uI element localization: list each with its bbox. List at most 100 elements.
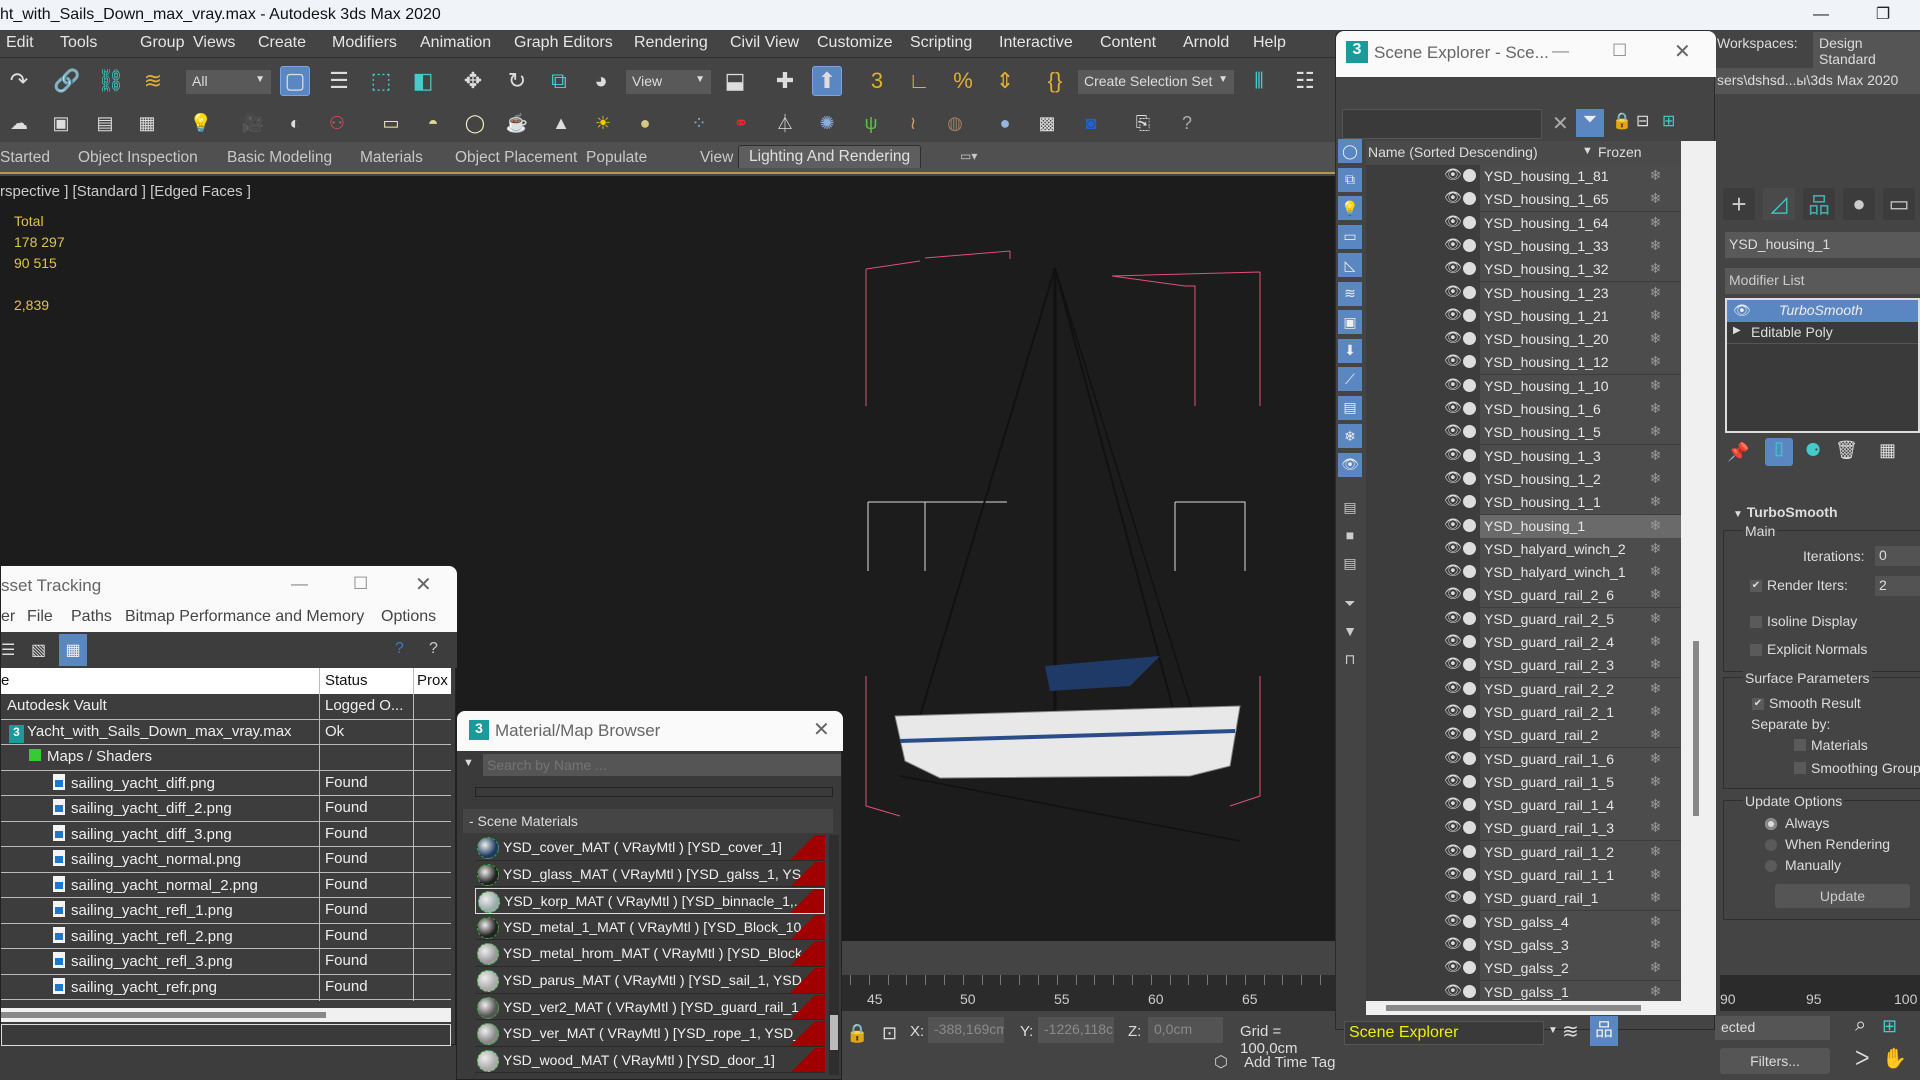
iterations-spinner[interactable]: 0 <box>1875 546 1920 566</box>
proxy-icon[interactable]: ⏃ <box>770 108 800 138</box>
asset-row[interactable]: sailing_yacht_refl_3.png Found <box>1 949 451 975</box>
visibility-eye-icon[interactable]: 👁 <box>1444 329 1462 346</box>
scene-object-row[interactable]: 👁 YSD_housing_1_33 ❄ <box>1366 234 1681 258</box>
shape-filter-icon[interactable]: ⧉ <box>1338 167 1362 192</box>
render-toggle-icon[interactable] <box>1463 868 1476 881</box>
move-icon[interactable]: ✥ <box>458 66 488 96</box>
scene-object-row[interactable]: 👁 YSD_guard_rail_1_3 ❄ <box>1366 817 1681 841</box>
asset-row[interactable]: sailing_yacht_refl_2.png Found <box>1 923 451 950</box>
render-toggle-icon[interactable] <box>1463 471 1476 485</box>
geometry-filter-icon[interactable]: ◯ <box>1338 139 1362 163</box>
freeze-snowflake-icon[interactable]: ❄ <box>1630 700 1681 724</box>
freeze-snowflake-icon[interactable]: ❄ <box>1630 165 1681 188</box>
visibility-eye-icon[interactable]: 👁 <box>1444 632 1462 649</box>
menu-graph-editors[interactable]: Graph Editors <box>514 34 613 52</box>
freeze-snowflake-icon[interactable]: ❄ <box>1630 584 1681 608</box>
teapot-icon[interactable]: ☕ <box>502 108 532 138</box>
maxscript-listener[interactable] <box>0 1045 460 1080</box>
asset-row[interactable]: sailing_yacht_diff.png Found <box>1 770 451 797</box>
menu-tools[interactable]: Tools <box>60 34 97 52</box>
mirror-icon[interactable]: ⫴ <box>1244 66 1274 96</box>
zoom-all-icon[interactable]: ⊞ <box>1882 1016 1897 1037</box>
asset-menu-file[interactable]: File <box>27 608 53 626</box>
scene-object-row[interactable]: 👁 YSD_guard_rail_2_2 ❄ <box>1366 677 1681 701</box>
angle-snap-icon[interactable]: ∟ <box>904 66 934 96</box>
pan-icon[interactable]: ✋ <box>1882 1046 1907 1071</box>
sun-icon[interactable]: ☀ <box>588 108 618 138</box>
scene-object-row[interactable]: 👁 YSD_guard_rail_2 ❄ <box>1366 724 1681 748</box>
visibility-eye-icon[interactable]: 👁 <box>1444 935 1462 952</box>
time-tag-icon[interactable]: ⬡ <box>1214 1052 1228 1072</box>
visibility-eye-icon[interactable]: 👁 <box>1444 842 1462 859</box>
hierarchy-icon[interactable]: 品 <box>1590 1016 1618 1046</box>
visibility-eye-icon[interactable]: 👁 <box>1444 213 1462 230</box>
render-frame-icon[interactable]: ▣ <box>46 108 76 138</box>
name-column-header[interactable]: Name (Sorted Descending) <box>1368 144 1538 160</box>
help-icon[interactable]: ? <box>1172 108 1202 138</box>
render-toggle-icon[interactable] <box>1463 308 1476 322</box>
dome-light-icon[interactable]: ◓ <box>418 108 448 138</box>
render-toggle-icon[interactable] <box>1463 658 1476 672</box>
render-toggle-icon[interactable] <box>1463 681 1476 695</box>
explorer-type-dropdown[interactable]: Scene Explorer <box>1344 1021 1544 1045</box>
visibility-eye-icon[interactable]: 👁 <box>1444 772 1462 789</box>
vault-help-icon[interactable]: ? <box>395 640 404 658</box>
render-toggle-icon[interactable] <box>1463 728 1476 742</box>
light-filter-icon[interactable]: 💡 <box>1338 196 1362 220</box>
material-browser-titlebar[interactable]: 3 Material/Map Browser ✕ <box>457 711 843 751</box>
freeze-snowflake-icon[interactable]: ❄ <box>1630 887 1681 911</box>
fur-icon[interactable]: ✺ <box>812 108 842 138</box>
expand-arrow-icon[interactable]: ▶ <box>1733 325 1741 336</box>
freeze-snowflake-icon[interactable]: ❄ <box>1630 864 1681 887</box>
frozen-filter-icon[interactable]: ❄ <box>1338 424 1362 448</box>
freeze-snowflake-icon[interactable]: ❄ <box>1630 724 1681 748</box>
hidden-filter-icon[interactable]: 👁 <box>1338 452 1362 477</box>
visibility-eye-icon[interactable]: 👁 <box>1444 562 1462 579</box>
selection-filter-dropdown[interactable]: All <box>186 70 271 94</box>
physical-camera-icon[interactable]: ◐ <box>280 108 310 138</box>
scene-materials-section-header[interactable]: - Scene Materials <box>463 809 833 833</box>
freeze-snowflake-icon[interactable]: ❄ <box>1630 421 1681 445</box>
edit-named-selection-icon[interactable]: {} <box>1040 66 1070 96</box>
scene-object-row[interactable]: 👁 YSD_housing_1 ❄ <box>1366 514 1681 538</box>
render-toggle-icon[interactable] <box>1463 914 1476 928</box>
hierarchy-collapse-icon[interactable]: ⊟ <box>1636 111 1649 131</box>
layers-icon[interactable]: ≋ <box>1562 1019 1579 1044</box>
visibility-eye-icon[interactable]: 👁 <box>1444 469 1462 486</box>
absolute-mode-icon[interactable]: ⊡ <box>882 1023 897 1044</box>
grass-icon[interactable]: ψ <box>856 108 886 138</box>
material-row[interactable]: YSD_metal_hrom_MAT ( VRayMtl ) [YSD_Bloc… <box>475 941 825 967</box>
render-toggle-icon[interactable] <box>1463 565 1476 579</box>
group-filter-icon[interactable]: ▣ <box>1338 310 1362 334</box>
ribbon-tab-object-placement[interactable]: Object Placement <box>455 149 577 167</box>
ribbon-tab-populate[interactable]: Populate <box>586 149 647 167</box>
display-none-icon[interactable]: ■ <box>1338 523 1362 547</box>
menu-group[interactable]: Group <box>140 34 184 52</box>
scene-object-row[interactable]: 👁 YSD_guard_rail_1 ❄ <box>1366 887 1681 911</box>
visibility-eye-icon[interactable]: 👁 <box>1444 725 1462 742</box>
hscrollbar-thumb[interactable] <box>1386 1005 1641 1011</box>
material-row[interactable]: YSD_ver2_MAT ( VRayMtl ) [YSD_guard_rail… <box>475 994 825 1021</box>
scene-object-row[interactable]: 👁 YSD_halyard_winch_1 ❄ <box>1366 561 1681 585</box>
render-iters-spinner[interactable]: 2 <box>1875 576 1920 596</box>
scene-object-row[interactable]: 👁 YSD_guard_rail_2_6 ❄ <box>1366 584 1681 608</box>
render-toggle-icon[interactable] <box>1463 448 1476 462</box>
visibility-eye-icon[interactable]: 👁 <box>1444 352 1462 369</box>
helper-filter-icon[interactable]: ◺ <box>1338 253 1362 277</box>
disc-light-icon[interactable]: ● <box>630 108 660 138</box>
freeze-snowflake-icon[interactable]: ❄ <box>1630 467 1681 491</box>
menu-interactive[interactable]: Interactive <box>999 34 1073 52</box>
asset-menu-er[interactable]: er <box>1 608 15 626</box>
asset-row[interactable]: Maps / Shaders <box>1 745 451 771</box>
scene-object-row[interactable]: 👁 YSD_housing_1_64 ❄ <box>1366 211 1681 235</box>
material-row[interactable]: YSD_ver_MAT ( VRayMtl ) [YSD_rope_1, YSD… <box>475 1021 825 1047</box>
scene-object-row[interactable]: 👁 YSD_guard_rail_1_4 ❄ <box>1366 794 1681 818</box>
visibility-eye-icon[interactable]: 👁 <box>1444 516 1462 533</box>
show-end-result-icon[interactable]: ▯ <box>1765 438 1793 466</box>
always-radio[interactable] <box>1765 818 1777 830</box>
timeline-ruler[interactable]: 45 50 55 60 65 <box>840 975 1340 1011</box>
list-view-icon[interactable]: ☰ <box>1 640 15 660</box>
create-tab-icon[interactable]: + <box>1723 188 1755 220</box>
material-row[interactable]: YSD_cover_MAT ( VRayMtl ) [YSD_cover_1] <box>475 835 825 861</box>
render-toggle-icon[interactable] <box>1463 425 1476 439</box>
